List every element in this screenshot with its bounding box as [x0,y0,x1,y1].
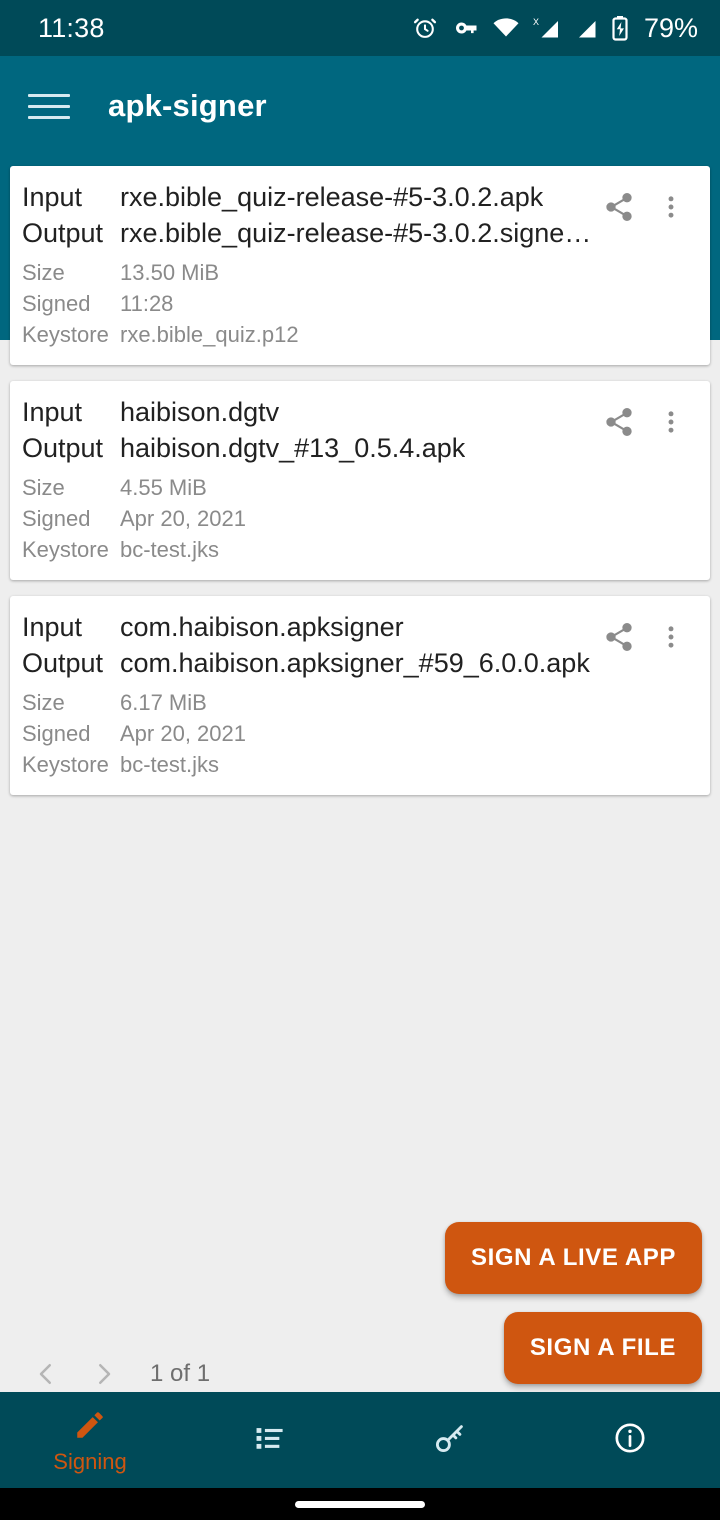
output-label: Output [22,218,104,248]
input-value: com.haibison.apksigner [120,612,404,642]
signed-value: Apr 20, 2021 [120,721,246,746]
gesture-handle[interactable] [295,1500,425,1508]
vpn-key-icon [451,17,479,39]
share-icon[interactable] [602,190,636,224]
share-icon[interactable] [602,620,636,654]
keystore-value: rxe.bible_quiz.p12 [120,322,299,347]
size-label: Size [22,260,65,285]
output-label: Output [22,433,104,463]
signed-row: Signed Apr 20, 2021 [22,504,602,533]
page-indicator-label: 1 of 1 [150,1360,211,1387]
battery-charging-icon [611,15,629,41]
status-bar: 11:38 X 79% [0,0,720,56]
system-gesture-bar [0,1488,720,1520]
alarm-icon [412,15,438,41]
nav-item-keystores[interactable] [360,1392,540,1488]
size-value: 4.55 MiB [120,475,207,500]
pencil-icon [73,1405,107,1445]
keystore-row: Keystore rxe.bible_quiz.p12 [22,320,602,349]
share-icon[interactable] [602,405,636,439]
app-bar-row: apk-signer [0,56,720,156]
sign-file-button[interactable]: SIGN A FILE [503,1312,702,1384]
nav-item-list[interactable] [180,1392,360,1488]
card-actions [602,395,692,564]
meta-group: Size 13.50 MiB Signed 11:28 Keystore rxe… [22,258,602,349]
nav-item-info[interactable] [540,1392,720,1488]
page-title: apk-signer [108,88,267,123]
size-label: Size [22,690,65,715]
signed-value: 11:28 [120,291,174,316]
card-actions [602,610,692,779]
more-vert-icon[interactable] [654,405,688,439]
size-row: Size 4.55 MiB [22,473,602,502]
list-icon [253,1418,287,1458]
input-label: Input [22,182,83,212]
input-row: Input rxe.bible_quiz-release-#5-3.0.2.ap… [22,180,602,214]
output-row: Output com.haibison.apksigner_#59_6.0.0.… [22,646,602,680]
size-label: Size [22,475,65,500]
output-row: Output haibison.dgtv_#13_0.5.4.apk [22,431,602,465]
signal-icon [574,16,598,40]
status-clock: 11:38 [38,12,105,43]
output-value: rxe.bible_quiz-release-#5-3.0.2.signed.a… [120,218,602,248]
input-row: Input com.haibison.apksigner [22,610,602,644]
info-icon [613,1418,647,1458]
meta-group: Size 4.55 MiB Signed Apr 20, 2021 Keysto… [22,473,602,564]
card-body: Input com.haibison.apksigner Output com.… [22,610,602,779]
signed-row: Signed 11:28 [22,289,602,318]
size-value: 6.17 MiB [120,690,207,715]
input-label: Input [22,397,83,427]
signed-label: Signed [22,721,91,746]
keystore-label: Keystore [22,752,109,777]
size-row: Size 13.50 MiB [22,258,602,287]
signed-label: Signed [22,506,91,531]
table-row[interactable]: Input haibison.dgtv Output haibison.dgtv… [10,381,710,580]
wifi-icon [492,17,520,39]
table-row[interactable]: Input rxe.bible_quiz-release-#5-3.0.2.ap… [10,166,710,365]
status-icon-group: X 79% [412,13,698,44]
more-vert-icon[interactable] [654,190,688,224]
output-label: Output [22,648,104,678]
input-row: Input haibison.dgtv [22,395,602,429]
sign-live-app-button[interactable]: SIGN A LIVE APP [444,1222,702,1294]
fab-stack: SIGN A LIVE APP SIGN A FILE [444,1222,702,1384]
card-body: Input haibison.dgtv Output haibison.dgtv… [22,395,602,564]
app-root: 11:38 X 79% apk-signer Input rxe.bible_q… [0,0,720,1520]
input-value: haibison.dgtv [120,397,280,427]
signed-label: Signed [22,291,91,316]
key-icon [432,1418,468,1458]
keystore-label: Keystore [22,322,109,347]
nav-item-signing-label: Signing [53,1449,127,1474]
keystore-row: Keystore bc-test.jks [22,535,602,564]
keystore-value: bc-test.jks [120,752,220,777]
hamburger-menu-icon[interactable] [28,84,72,128]
meta-group: Size 6.17 MiB Signed Apr 20, 2021 Keysto… [22,688,602,779]
signal-no-sim-icon: X [533,16,561,40]
output-row: Output rxe.bible_quiz-release-#5-3.0.2.s… [22,216,602,250]
table-row[interactable]: Input com.haibison.apksigner Output com.… [10,596,710,795]
card-actions [602,180,692,349]
nav-item-signing[interactable]: Signing [0,1392,180,1488]
signed-value: Apr 20, 2021 [120,506,246,531]
more-vert-icon[interactable] [654,620,688,654]
keystore-row: Keystore bc-test.jks [22,750,602,779]
keystore-value: bc-test.jks [120,537,220,562]
card-body: Input rxe.bible_quiz-release-#5-3.0.2.ap… [22,180,602,349]
keystore-label: Keystore [22,537,109,562]
input-label: Input [22,612,83,642]
size-value: 13.50 MiB [120,260,220,285]
output-value: com.haibison.apksigner_#59_6.0.0.apk [120,648,590,678]
output-value: haibison.dgtv_#13_0.5.4.apk [120,433,466,463]
bottom-navigation: Signing [0,1392,720,1488]
signing-history-list: Input rxe.bible_quiz-release-#5-3.0.2.ap… [0,166,720,811]
signed-row: Signed Apr 20, 2021 [22,719,602,748]
battery-percent-label: 79% [643,12,698,43]
input-value: rxe.bible_quiz-release-#5-3.0.2.apk [120,182,544,212]
size-row: Size 6.17 MiB [22,688,602,717]
svg-text:X: X [533,17,539,27]
